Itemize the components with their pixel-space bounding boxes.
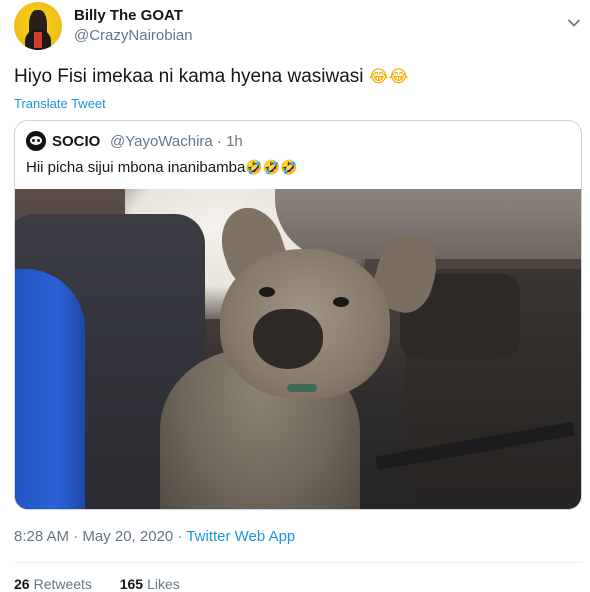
author-handle[interactable]: @CrazyNairobian bbox=[74, 27, 193, 44]
quoted-avatar[interactable] bbox=[26, 131, 46, 151]
quoted-avatar-face bbox=[30, 136, 42, 145]
timestamp-text[interactable]: 8:28 AM · May 20, 2020 · bbox=[14, 528, 186, 545]
chevron-down-icon[interactable] bbox=[567, 16, 581, 30]
tweet-emoji: 😂😂 bbox=[368, 67, 409, 87]
photo-person-arm bbox=[15, 269, 85, 509]
retweets-label: Retweets bbox=[33, 576, 92, 592]
photo-hyena-collar bbox=[287, 384, 317, 392]
quoted-tweet[interactable]: SOCIO @YayoWachira · 1h Hii picha sijui … bbox=[14, 120, 582, 510]
retweets-count: 26 bbox=[14, 576, 30, 592]
quoted-author-handle[interactable]: @YayoWachira · 1h bbox=[110, 133, 243, 150]
translate-link[interactable]: Translate Tweet bbox=[14, 96, 106, 111]
author-avatar[interactable] bbox=[14, 2, 62, 50]
tweet-text: Hiyo Fisi imekaa ni kama hyena wasiwasi … bbox=[14, 66, 409, 88]
photo-hyena-eye bbox=[333, 297, 349, 307]
tweet-timestamp: 8:28 AM · May 20, 2020 · Twitter Web App bbox=[14, 528, 295, 545]
divider bbox=[14, 562, 582, 563]
quoted-avatar-eye bbox=[32, 139, 35, 142]
retweets-stat[interactable]: 26 Retweets bbox=[14, 576, 92, 592]
author-name[interactable]: Billy The GOAT bbox=[74, 7, 183, 24]
quoted-photo[interactable] bbox=[15, 189, 581, 509]
tweet-stats: 26 Retweets 165 Likes bbox=[14, 576, 180, 592]
quoted-author-name[interactable]: SOCIO bbox=[52, 133, 100, 150]
tweet-source-link[interactable]: Twitter Web App bbox=[186, 528, 295, 545]
quoted-avatar-eye bbox=[37, 139, 40, 142]
quoted-text: Hii picha sijui mbona inanibamba🤣🤣🤣 bbox=[26, 159, 298, 176]
photo-hyena-eye bbox=[259, 287, 275, 297]
likes-stat[interactable]: 165 Likes bbox=[120, 576, 180, 592]
quoted-text-body: Hii picha sijui mbona inanibamba bbox=[26, 159, 246, 176]
photo-hyena-snout bbox=[253, 309, 323, 369]
quoted-emoji: 🤣🤣🤣 bbox=[245, 160, 298, 176]
likes-count: 165 bbox=[119, 576, 144, 592]
likes-label: Likes bbox=[147, 576, 180, 592]
avatar-stripe bbox=[34, 32, 42, 48]
tweet-text-body: Hiyo Fisi imekaa ni kama hyena wasiwasi bbox=[14, 66, 364, 87]
